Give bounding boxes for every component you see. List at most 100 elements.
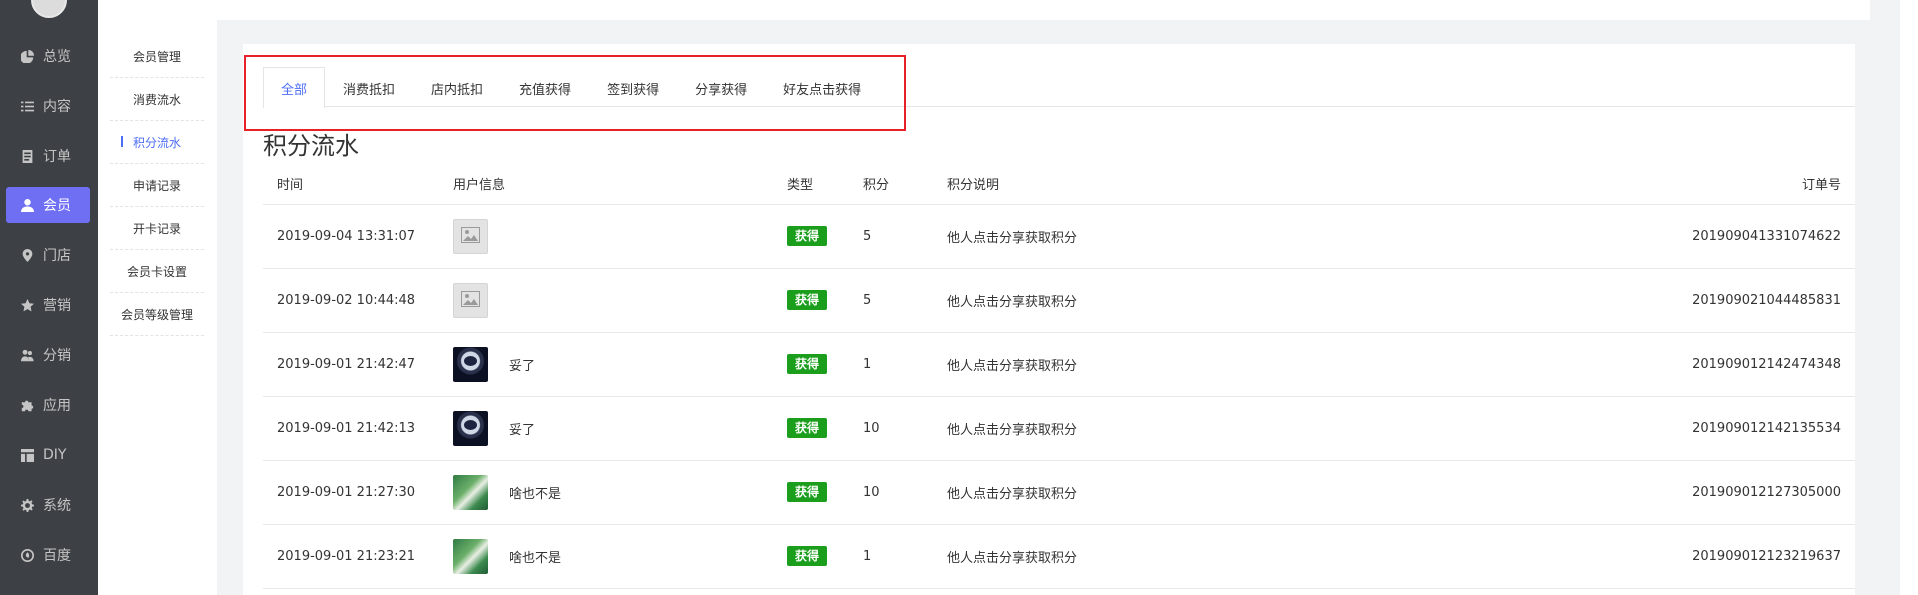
tab-in-store-deduction[interactable]: 店内抵扣 [413,68,501,108]
user-nickname: 妥了 [509,358,536,374]
subnav-item-card-settings[interactable]: 会员卡设置 [110,250,204,293]
cell-description: 他人点击分享获取积分 [933,396,1373,461]
sidebar-item-baidu[interactable]: 百度 [6,537,90,573]
points-flow-card: 全部 消费抵扣 店内抵扣 充值获得 签到获得 分享获得 好友点击获得 积分流水 … [243,44,1855,595]
top-bar [217,0,1870,20]
cell-order-no: 201909012127305000 [1373,460,1855,525]
sidebar-item-label: 内容 [43,99,71,115]
scrollbar[interactable] [1900,0,1918,595]
cell-description: 他人点击分享获取积分 [933,268,1373,333]
tab-share-earned[interactable]: 分享获得 [677,68,765,108]
cell-order-no: 201909012142135534 [1373,396,1855,461]
tab-consumption-deduction[interactable]: 消费抵扣 [325,68,413,108]
tab-label: 全部 [281,82,308,98]
sidebar-item-distribution[interactable]: 分销 [6,337,90,373]
subnav-item-label: 申请记录 [132,178,181,193]
cell-type: 获得 [773,268,849,333]
cell-points: 10 [849,396,933,461]
type-badge: 获得 [787,354,828,374]
table-row: 2019-09-01 21:23:21 啥也不是 获得 1 他人点击分享获取积分… [263,524,1855,589]
tab-label: 分享获得 [695,83,748,98]
tab-label: 消费抵扣 [343,83,396,98]
table-row: 2019-09-01 21:42:13 妥了 获得 10 他人点击分享获取积分 … [263,396,1855,461]
subnav-item-label: 积分流水 [132,135,181,150]
document-icon [19,148,35,164]
column-header-points: 积分 [849,164,933,205]
cell-order-no: 201909021044485831 [1373,268,1855,333]
star-icon [19,297,35,313]
column-header-order-no: 订单号 [1373,164,1855,205]
type-badge: 获得 [787,546,828,566]
sidebar-item-stores[interactable]: 门店 [6,237,90,273]
points-records-table: 时间 用户信息 类型 积分 积分说明 订单号 2019-09-04 13:31:… [263,164,1855,589]
sidebar-item-diy[interactable]: DIY [6,437,90,473]
table-row: 2019-09-02 10:44:48 获得 5 他人点击分享获取积分 2019… [263,268,1855,333]
sidebar-item-label: 会员 [43,198,71,214]
sidebar-item-members[interactable]: 会员 [6,187,90,223]
users-icon [19,347,35,363]
tab-friend-click-earned[interactable]: 好友点击获得 [765,68,879,108]
avatar[interactable] [31,0,67,18]
subnav-item-member-management[interactable]: 会员管理 [110,35,204,78]
image-placeholder-icon [453,282,488,318]
cell-order-no: 201909041331074622 [1373,204,1855,269]
filter-tabs: 全部 消费抵扣 店内抵扣 充值获得 签到获得 分享获得 好友点击获得 [263,66,879,108]
user-avatar [453,346,488,382]
column-header-description: 积分说明 [933,164,1373,205]
cell-user: 啥也不是 [439,524,773,589]
sidebar-item-label: 分销 [43,348,71,364]
sidebar-item-orders[interactable]: 订单 [6,138,90,174]
layout-icon [19,447,35,463]
sidebar-item-label: 应用 [43,398,71,414]
column-header-time: 时间 [263,164,439,205]
type-badge: 获得 [787,482,828,502]
tab-all[interactable]: 全部 [263,67,326,108]
cell-user: 妥了 [439,332,773,397]
sidebar-item-content[interactable]: 内容 [6,88,90,124]
sidebar-item-marketing[interactable]: 营销 [6,287,90,323]
cell-time: 2019-09-01 21:42:47 [263,332,439,397]
user-nickname: 啥也不是 [509,550,562,566]
tab-label: 充值获得 [519,83,572,98]
cell-points: 5 [849,268,933,333]
cell-user: 妥了 [439,396,773,461]
subnav-item-label: 消费流水 [132,92,181,107]
cell-description: 他人点击分享获取积分 [933,524,1373,589]
sidebar-item-label: 营销 [43,298,71,314]
table-row: 2019-09-01 21:27:30 啥也不是 获得 10 他人点击分享获取积… [263,460,1855,525]
type-badge: 获得 [787,290,828,310]
cell-user [439,268,773,333]
user-nickname: 妥了 [509,422,536,438]
tab-checkin-earned[interactable]: 签到获得 [589,68,677,108]
subnav-item-label: 会员管理 [132,49,181,64]
cell-time: 2019-09-01 21:23:21 [263,524,439,589]
sidebar-item-apps[interactable]: 应用 [6,387,90,423]
sidebar-item-system[interactable]: 系统 [6,487,90,523]
image-placeholder-icon [453,218,488,254]
cell-points: 1 [849,524,933,589]
sidebar-item-label: 门店 [43,248,71,264]
subnav-item-points-flow[interactable]: 积分流水 [110,121,204,164]
sidebar-item-label: 订单 [43,149,71,165]
cell-type: 获得 [773,460,849,525]
subnav-item-application-records[interactable]: 申请记录 [110,164,204,207]
list-icon [19,98,35,114]
cell-type: 获得 [773,204,849,269]
subnav-item-card-records[interactable]: 开卡记录 [110,207,204,250]
subnav-item-level-management[interactable]: 会员等级管理 [110,293,204,336]
column-header-user: 用户信息 [439,164,773,205]
page-title: 积分流水 [263,132,359,160]
cell-type: 获得 [773,396,849,461]
subnav-item-label: 开卡记录 [132,221,181,236]
cell-time: 2019-09-01 21:27:30 [263,460,439,525]
cell-points: 1 [849,332,933,397]
table-header-row: 时间 用户信息 类型 积分 积分说明 订单号 [263,164,1855,205]
cell-time: 2019-09-02 10:44:48 [263,268,439,333]
subnav-item-consumption-flow[interactable]: 消费流水 [110,78,204,121]
puzzle-icon [19,397,35,413]
cell-description: 他人点击分享获取积分 [933,332,1373,397]
sidebar-item-overview[interactable]: 总览 [6,38,90,74]
tab-recharge-earned[interactable]: 充值获得 [501,68,589,108]
main-sidebar: 总览 内容 订单 会员 门店 营销 分销 应用 DIY 系统 百度 [0,0,98,595]
cell-points: 10 [849,460,933,525]
